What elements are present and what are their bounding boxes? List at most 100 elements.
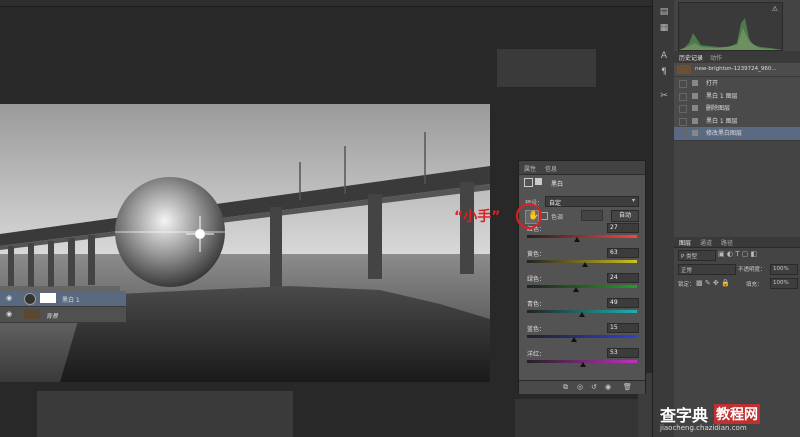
- lock-icons[interactable]: ▩ ✎ ✥ 🔒: [696, 279, 730, 287]
- layer-row-background[interactable]: ◉ 背景: [0, 307, 126, 323]
- slider-value-input[interactable]: 24: [607, 273, 639, 283]
- paragraph-panel-icon[interactable]: ¶: [658, 66, 670, 78]
- tab-info[interactable]: 信息: [545, 164, 557, 173]
- slider-track[interactable]: [527, 235, 637, 238]
- slider-track[interactable]: [527, 335, 637, 338]
- background-thumbnail: [24, 309, 40, 319]
- layers-tabs: 图层 通道 路径: [674, 237, 800, 248]
- slider-value-input[interactable]: 27: [607, 223, 639, 233]
- blend-mode-dropdown[interactable]: 正常: [678, 264, 736, 275]
- histogram-panel: ⚠: [678, 2, 783, 51]
- properties-panel[interactable]: 属性 信息 黑白 预设： 自定 ▾ ✋ 色调 自动 ⧉ ◎ ↺ ◉ 🗑 红色： 2…: [518, 160, 646, 394]
- watermark-title: 查字典: [660, 406, 709, 425]
- histogram-graph: [679, 18, 782, 50]
- layer-filter-dropdown[interactable]: P 类型: [678, 250, 716, 261]
- warning-icon[interactable]: ⚠: [772, 5, 778, 13]
- history-step-icon: [692, 117, 698, 124]
- slider-value-input[interactable]: 15: [607, 323, 639, 333]
- eye-icon[interactable]: ◉: [6, 294, 12, 302]
- image-filter-icon[interactable]: ▣: [718, 250, 725, 258]
- history-step-icon: [692, 92, 698, 99]
- slider-label: 洋红：: [527, 351, 546, 358]
- ghost-panel: [37, 391, 293, 437]
- tint-color-swatch[interactable]: [581, 210, 603, 221]
- history-checkbox[interactable]: [679, 130, 687, 138]
- history-snapshot[interactable]: new-brighton-1239724_960...: [674, 63, 800, 77]
- type-filter-icon[interactable]: T: [735, 250, 739, 258]
- history-checkbox[interactable]: [679, 105, 687, 113]
- history-step-icon: [692, 130, 698, 136]
- slider-thumb[interactable]: [579, 362, 586, 367]
- tint-label: 色调: [551, 214, 564, 221]
- slider-thumb[interactable]: [581, 262, 588, 267]
- hand-annotation: “小手”: [454, 209, 501, 225]
- mask-icon: [535, 178, 542, 185]
- slider-value-input[interactable]: 49: [607, 298, 639, 308]
- fill-input[interactable]: 100%: [770, 278, 798, 289]
- trash-icon[interactable]: 🗑: [623, 383, 632, 391]
- slider-thumb[interactable]: [578, 312, 585, 317]
- history-item-label: 黑白 1 图层: [706, 117, 738, 125]
- slider-thumb[interactable]: [571, 337, 578, 342]
- tab-layers[interactable]: 图层: [679, 238, 691, 247]
- slider-value-input[interactable]: 63: [607, 248, 639, 258]
- clip-to-layer-icon[interactable]: ⧉: [563, 383, 568, 392]
- watermark-subtitle: 教程网: [714, 404, 760, 424]
- visibility-icon[interactable]: ◉: [605, 383, 611, 391]
- tab-channels[interactable]: 通道: [700, 238, 712, 247]
- tab-properties[interactable]: 属性: [524, 164, 536, 173]
- history-checkbox[interactable]: [679, 117, 687, 126]
- preset-dropdown[interactable]: 自定 ▾: [545, 196, 639, 207]
- slider-thumb[interactable]: [573, 237, 580, 242]
- tab-history[interactable]: 历史记录: [679, 53, 703, 62]
- opacity-input[interactable]: 100%: [770, 264, 798, 275]
- layer-name: 黑白 1: [62, 297, 80, 304]
- view-previous-icon[interactable]: ◎: [577, 383, 583, 391]
- layer-mask-thumbnail: [40, 293, 56, 303]
- watermark: 查字典 教程网 jiaocheng.chazidian.com: [650, 402, 800, 437]
- layer-row-black-white[interactable]: ◉ 黑白 1: [0, 291, 126, 307]
- history-panel-icon[interactable]: ▤: [658, 6, 670, 18]
- history-item[interactable]: 修改黑白图层: [674, 127, 800, 141]
- annotation-circle: [516, 203, 542, 229]
- reset-icon[interactable]: ↺: [591, 383, 597, 391]
- slider-label: 绿色：: [527, 276, 546, 283]
- shape-filter-icon[interactable]: ▢: [742, 250, 749, 258]
- properties-bottom-toolbar: ⧉ ◎ ↺ ◉ 🗑: [519, 380, 645, 394]
- slider-track[interactable]: [527, 285, 637, 288]
- slider-value-input[interactable]: 53: [607, 348, 639, 358]
- document-image[interactable]: [0, 104, 490, 382]
- history-item-label: 删除图层: [706, 105, 731, 112]
- history-step-icon: [692, 105, 698, 111]
- slider-thumb[interactable]: [573, 287, 580, 292]
- adjustment-filter-icon[interactable]: ◐: [727, 250, 733, 258]
- snapshot-thumbnail: [677, 65, 691, 74]
- panel-icon-column: ▤ ▦ A ¶ ✂: [652, 0, 676, 437]
- ghost-panel: [515, 399, 641, 437]
- auto-button[interactable]: 自动: [611, 210, 639, 222]
- history-item-label: 黑白 1 图层: [706, 92, 738, 100]
- history-checkbox[interactable]: [679, 92, 687, 101]
- eye-icon[interactable]: ◉: [6, 310, 12, 318]
- snapshot-name: new-brighton-1239724_960...: [695, 66, 777, 72]
- color-panel-icon[interactable]: ▦: [658, 22, 670, 34]
- preset-value: 自定: [549, 200, 562, 207]
- history-checkbox[interactable]: [679, 80, 687, 88]
- slider-label: 黄色：: [527, 251, 546, 258]
- tab-actions[interactable]: 动作: [710, 53, 722, 62]
- smart-object-filter-icon[interactable]: ◧: [751, 250, 758, 258]
- opacity-value: 100%: [773, 266, 789, 272]
- opacity-label: 不透明度：: [738, 267, 766, 273]
- slider-label: 蓝色：: [527, 326, 546, 333]
- tool-preset-icon[interactable]: ✂: [658, 90, 670, 102]
- adjustment-icons: [524, 178, 544, 187]
- character-panel-icon[interactable]: A: [658, 50, 670, 62]
- tab-paths[interactable]: 路径: [721, 238, 733, 247]
- adjustment-name: 黑白: [551, 181, 564, 188]
- black-white-adjustment-icon: [524, 178, 533, 187]
- adjustment-layer-icon: [24, 293, 36, 305]
- history-step-icon: [692, 80, 698, 86]
- blend-mode-value: 正常: [681, 268, 693, 274]
- slider-label: 青色：: [527, 301, 546, 308]
- layer-filter-icons: ▣ ◐ T ▢ ◧: [718, 250, 796, 259]
